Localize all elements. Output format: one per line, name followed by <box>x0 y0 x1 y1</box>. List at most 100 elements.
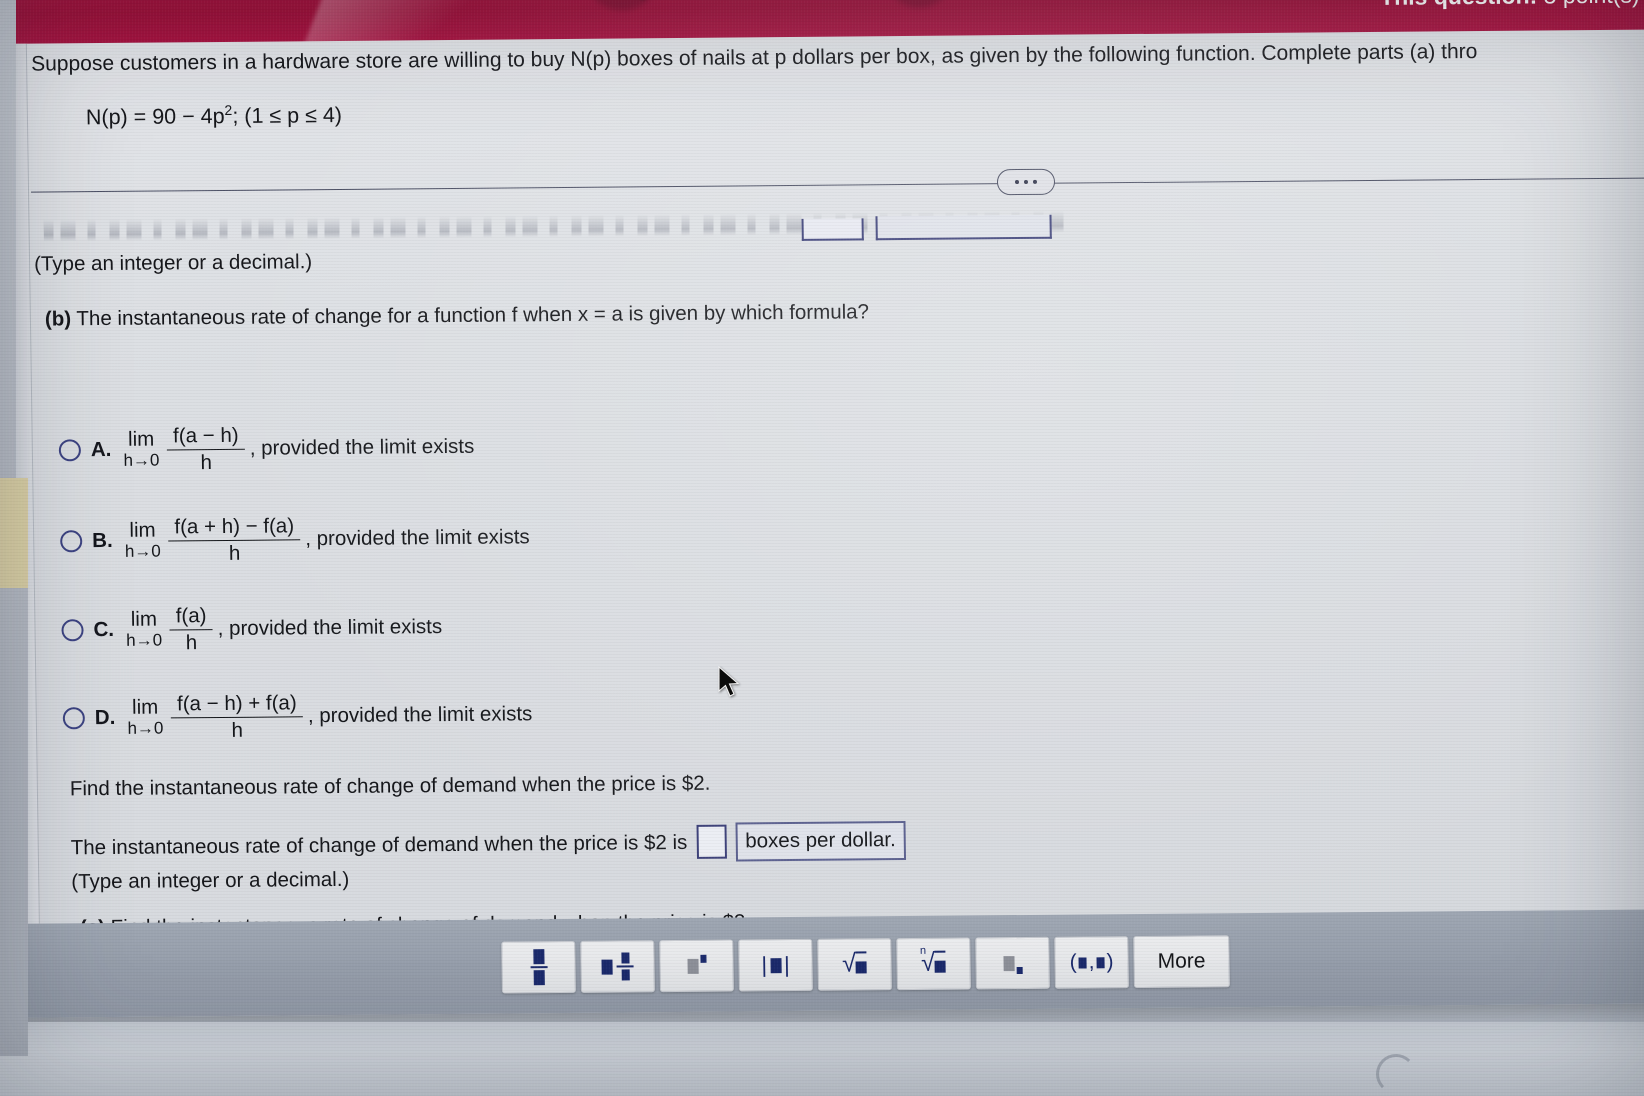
clipped-unit-box <box>875 214 1052 241</box>
part-b-text: The instantaneous rate of change for a f… <box>70 300 870 331</box>
limit-operator-d: lim h→0 <box>127 695 164 738</box>
fraction-d: f(a − h) + f(a) h <box>171 691 304 743</box>
choice-letter-a: A. <box>90 438 112 462</box>
absolute-value-button[interactable]: | | <box>738 938 813 992</box>
type-note-part-b: (Type an integer or a decimal.) <box>71 867 350 894</box>
mixed-number-button[interactable] <box>580 940 655 993</box>
header-smudge <box>589 0 655 11</box>
radio-button-c[interactable] <box>61 619 84 642</box>
fraction-a: f(a − h) h <box>167 424 246 475</box>
limit-operator-c: lim h→0 <box>126 607 163 650</box>
placeholder-square <box>533 970 545 986</box>
ellipsis-dot <box>1023 179 1029 184</box>
radio-button-b[interactable] <box>60 530 83 553</box>
lim-text-c: lim <box>130 607 158 631</box>
paren-open: ( <box>1069 950 1077 974</box>
lim-subscript-a: h→0 <box>123 450 160 470</box>
rate-answer-input[interactable] <box>696 824 727 860</box>
fraction-numerator-d: f(a − h) + f(a) <box>176 691 297 716</box>
more-options-ellipsis-icon[interactable] <box>996 168 1056 196</box>
part-b-label: (b) <box>44 307 72 331</box>
lim-text-d: lim <box>131 695 159 719</box>
square-root-button[interactable]: √ <box>817 938 892 991</box>
placeholder-square <box>532 949 545 965</box>
mixed-number-icon <box>601 952 634 981</box>
exponent-square <box>699 954 707 963</box>
comma: , <box>1088 950 1095 974</box>
limit-operator-b: lim h→0 <box>124 518 161 561</box>
choice-letter-d: D. <box>94 705 116 730</box>
clipped-answer-input[interactable] <box>801 218 864 241</box>
abs-bar: | <box>761 952 768 978</box>
part-b-question: (b) The instantaneous rate of change for… <box>45 299 869 332</box>
function-domain: ; (1 ≤ p ≤ 4) <box>232 103 343 129</box>
placeholder-square <box>601 959 613 975</box>
section-divider <box>31 177 1644 193</box>
choice-tail-c: , provided the limit exists <box>217 615 443 641</box>
choice-letter-b: B. <box>92 529 113 553</box>
fraction-denominator-a: h <box>167 448 246 475</box>
photo-bottom-edge <box>0 1022 1644 1096</box>
choice-tail-a: , provided the limit exists <box>249 434 475 460</box>
points-label: This question: <box>1380 0 1538 10</box>
question-prompt: Suppose customers in a hardware store ar… <box>30 40 1478 76</box>
radical-sign: √ <box>841 949 857 978</box>
ordered-pair-button[interactable]: ( , ) <box>1054 936 1129 989</box>
placeholder-square <box>621 969 630 981</box>
fraction-c: f(a) h <box>169 604 214 655</box>
fraction-denominator-b: h <box>168 538 301 566</box>
exponent-button[interactable] <box>659 939 734 993</box>
answer-choice-b[interactable]: B. lim h→0 f(a + h) − f(a) h , provided … <box>60 512 530 566</box>
square-root-icon: √ <box>841 949 868 978</box>
nth-root-button[interactable]: n √ <box>896 937 971 991</box>
screen-content: Question 4 of 20 › points (?) possible T… <box>0 0 1644 1018</box>
placeholder-square <box>855 961 868 974</box>
fraction-icon <box>616 952 634 981</box>
math-keyboard-palette: | | √ n √ (,) More <box>3 909 1644 1018</box>
subscript-square <box>1016 966 1023 974</box>
placeholder-square <box>1078 956 1087 969</box>
function-lhs: N(p) = 90 − 4p <box>85 104 225 130</box>
choice-tail-d: , provided the limit exists <box>307 702 533 728</box>
answer-choice-d[interactable]: D. lim h→0 f(a − h) + f(a) h , provided … <box>62 689 533 743</box>
placeholder-square <box>769 957 782 973</box>
choice-letter-c: C. <box>93 617 115 642</box>
ordered-pair-icon: ( , ) <box>1069 950 1113 974</box>
fraction-denominator-d: h <box>171 715 304 743</box>
placeholder-square <box>934 960 947 973</box>
function-formula: N(p) = 90 − 4p2; (1 ≤ p ≤ 4) <box>86 101 342 131</box>
fraction-numerator-b: f(a + h) − f(a) <box>174 514 295 539</box>
root-index: n <box>919 944 927 957</box>
ellipsis-dot <box>1032 179 1038 184</box>
type-note-part-a: (Type an integer or a decimal.) <box>33 250 313 276</box>
fraction-b: f(a + h) − f(a) h <box>168 514 301 566</box>
answer-sentence-text: The instantaneous rate of change of dema… <box>70 830 688 859</box>
photo-left-highlight <box>0 478 28 588</box>
radio-button-d[interactable] <box>62 707 86 730</box>
photo-left-edge-upper <box>0 0 16 492</box>
points-value: 5 point(s) possible <box>1543 0 1644 8</box>
answer-choice-a[interactable]: A. lim h→0 f(a − h) h , provided the lim… <box>58 422 474 476</box>
answer-sentence-row: The instantaneous rate of change of dema… <box>70 821 907 867</box>
this-question-points: This question: 5 point(s) possible <box>1380 0 1644 11</box>
limit-operator-a: lim h→0 <box>123 427 160 470</box>
fraction-icon <box>530 949 548 986</box>
lim-subscript-b: h→0 <box>124 541 161 561</box>
radio-button-a[interactable] <box>58 439 82 462</box>
ellipsis-dot <box>1014 180 1020 185</box>
subscript-button[interactable] <box>975 936 1050 990</box>
abs-bar: | <box>783 952 790 978</box>
more-button[interactable]: More <box>1133 935 1230 989</box>
photo-of-screen: Question 4 of 20 › points (?) possible T… <box>0 0 1644 1096</box>
rate-answer-unit: boxes per dollar. <box>735 821 907 862</box>
lim-subscript-c: h→0 <box>126 630 163 650</box>
fraction-button[interactable] <box>501 940 576 994</box>
answer-choice-c[interactable]: C. lim h→0 f(a) h , provided the limit e… <box>61 602 442 655</box>
chevron-right-icon[interactable]: › <box>906 0 914 2</box>
photo-left-edge-lower <box>0 586 28 1056</box>
placeholder-square <box>686 958 699 974</box>
placeholder-square <box>1096 956 1105 968</box>
placeholder-square <box>1002 955 1015 971</box>
lim-text-a: lim <box>127 427 155 451</box>
absolute-value-icon: | | <box>761 952 790 978</box>
